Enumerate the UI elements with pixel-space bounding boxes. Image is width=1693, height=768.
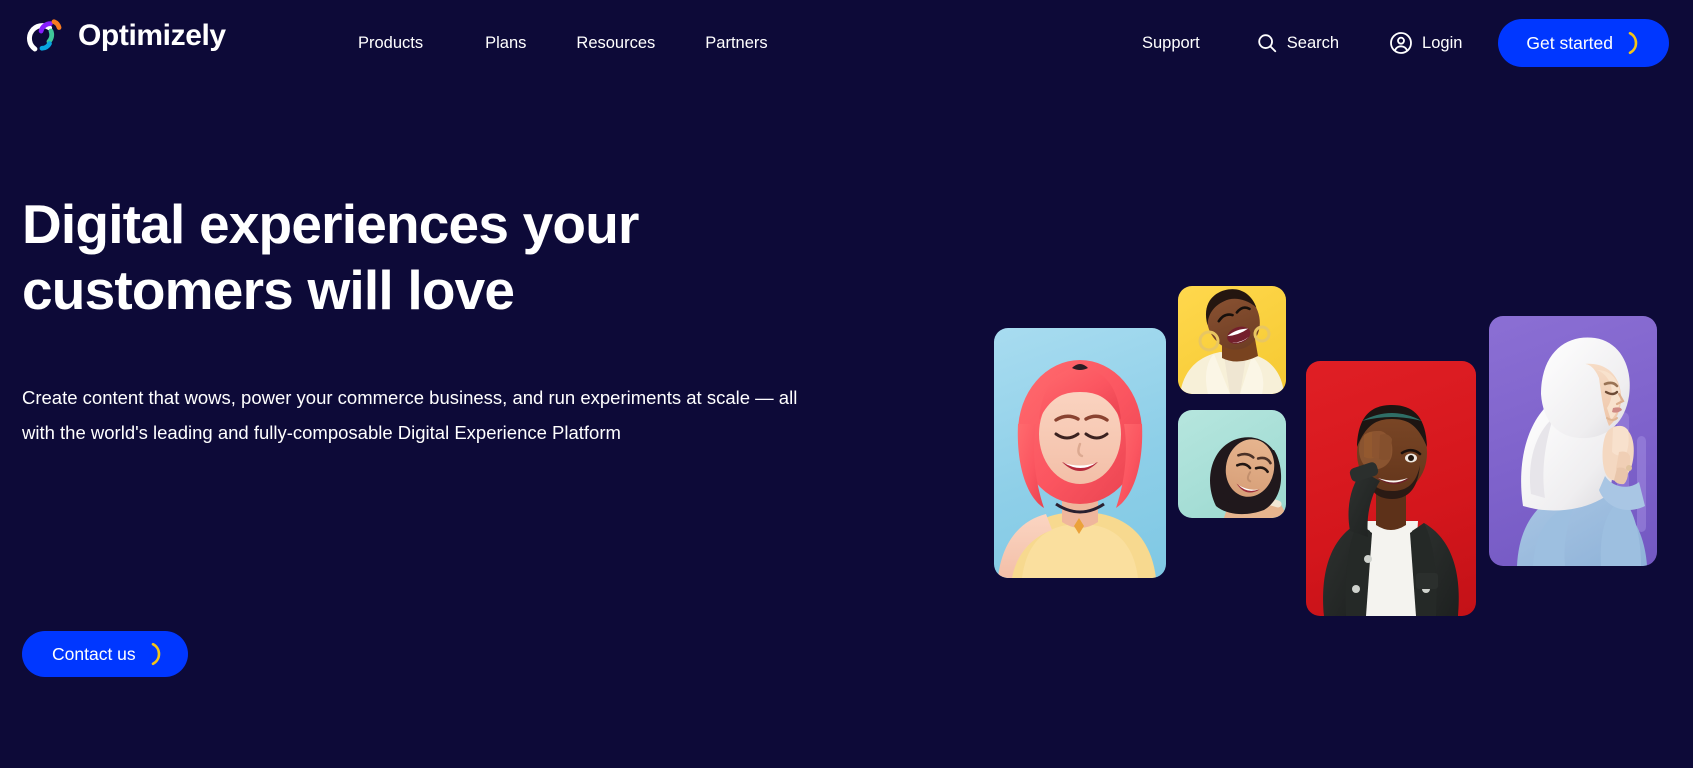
crescent-arc-icon <box>148 641 170 667</box>
brand-name: Optimizely <box>78 19 226 52</box>
nav-item-partners[interactable]: Partners <box>705 30 767 57</box>
nav-item-products[interactable]: Products <box>358 30 423 57</box>
portrait-laughing-woman <box>1178 286 1286 394</box>
user-circle-icon <box>1389 31 1413 55</box>
login-label: Login <box>1422 33 1463 52</box>
crescent-arc-icon <box>1625 30 1647 56</box>
portrait-smiling-woman <box>1178 410 1286 518</box>
search-icon <box>1256 32 1278 54</box>
hero-subtitle: Create content that wows, power your com… <box>22 387 798 443</box>
contact-us-label: Contact us <box>52 643 136 664</box>
portrait-woman-hijab <box>1489 316 1657 566</box>
support-label: Support <box>1141 33 1200 52</box>
contact-us-button[interactable]: Contact us <box>22 631 188 677</box>
search-button[interactable]: Search <box>1256 32 1339 54</box>
hero-section: Digital experiences your customers will … <box>0 86 1693 768</box>
nav-item-plans[interactable]: Plans <box>485 30 526 57</box>
get-started-button[interactable]: Get started <box>1498 19 1669 67</box>
hero-title: Digital experiences your customers will … <box>22 193 639 321</box>
portrait-man-hand-on-face <box>1306 361 1476 616</box>
search-label: Search <box>1286 33 1340 52</box>
support-link[interactable]: Support <box>1142 34 1200 53</box>
optimizely-logo-icon <box>22 14 66 58</box>
portrait-pink-hair-woman <box>994 328 1166 578</box>
site-header: Optimizely Products Plans Resources Part… <box>0 0 1693 86</box>
utility-navigation: Support Search Login Get started <box>1142 16 1669 70</box>
get-started-label: Get started <box>1526 32 1613 53</box>
brand-logo[interactable]: Optimizely <box>22 14 226 58</box>
nav-item-resources[interactable]: Resources <box>576 30 655 57</box>
hero-copy: Digital experiences your customers will … <box>22 191 842 450</box>
main-navigation: Products Plans Resources Partners <box>358 30 768 57</box>
login-link[interactable]: Login <box>1389 31 1462 55</box>
